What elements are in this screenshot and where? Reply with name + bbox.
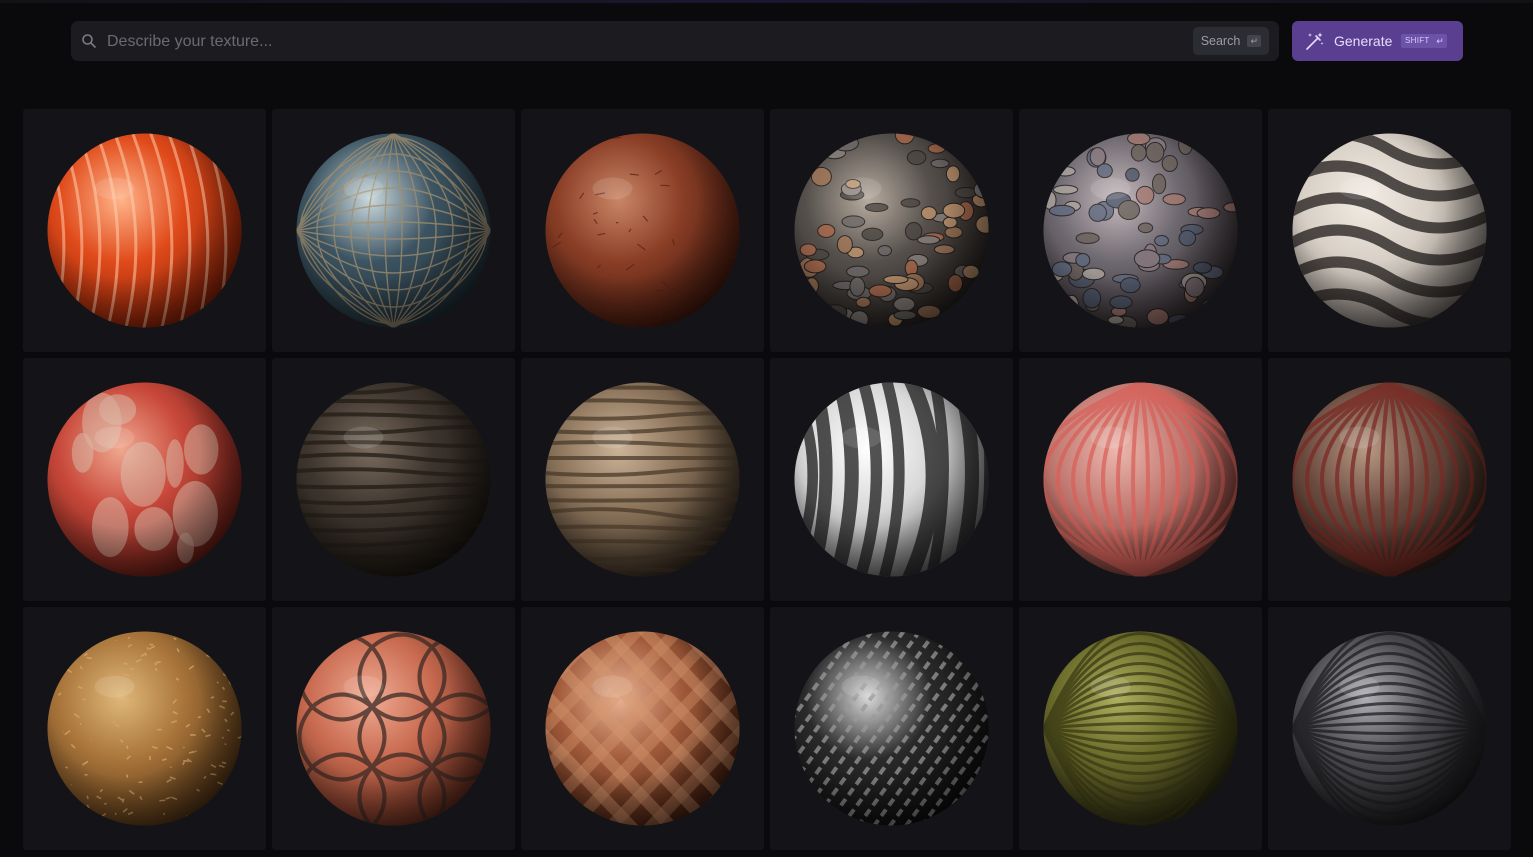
green-ribbed-sphere (1019, 607, 1262, 850)
generate-button[interactable]: Generate SHIFT ↵ (1292, 21, 1463, 61)
texture-card[interactable] (1268, 607, 1511, 850)
pebble-mix-sphere (770, 109, 1013, 352)
search-bar[interactable]: Search ↵ (71, 21, 1279, 63)
texture-card[interactable] (23, 109, 266, 352)
black-white-mosaic-sphere (1268, 109, 1511, 352)
texture-card[interactable] (272, 607, 515, 850)
texture-card[interactable] (1268, 109, 1511, 352)
glass-tile-sphere (272, 109, 515, 352)
texture-card[interactable] (272, 358, 515, 601)
generate-button-label: Generate (1334, 33, 1393, 49)
search-button[interactable]: Search ↵ (1193, 27, 1269, 55)
texture-card[interactable] (1268, 358, 1511, 601)
search-input[interactable] (105, 21, 1189, 63)
woven-wood-sphere (521, 607, 764, 850)
orange-stripe-sphere (23, 109, 266, 352)
cliff-rock-sphere (521, 358, 764, 601)
dark-scaly-sphere (1268, 607, 1511, 850)
enter-key-icon: ↵ (1433, 34, 1447, 48)
texture-grid (23, 109, 1511, 850)
white-black-zebra-sphere (770, 358, 1013, 601)
brown-leather-sphere (521, 109, 764, 352)
texture-card[interactable] (521, 109, 764, 352)
red-tree-bark-sphere (1268, 358, 1511, 601)
search-icon (81, 33, 97, 49)
texture-card[interactable] (1019, 607, 1262, 850)
texture-card[interactable] (272, 109, 515, 352)
texture-card[interactable] (1019, 358, 1262, 601)
search-button-label: Search (1200, 34, 1241, 48)
top-accent-line (0, 0, 1533, 3)
enter-key-icon: ↵ (1247, 35, 1262, 47)
texture-card[interactable] (1019, 109, 1262, 352)
texture-card[interactable] (521, 358, 764, 601)
dark-rock-sphere (272, 358, 515, 601)
texture-card[interactable] (23, 358, 266, 601)
peeling-red-paint-sphere (23, 358, 266, 601)
texture-card[interactable] (770, 109, 1013, 352)
shift-key-badge: SHIFT (1401, 34, 1434, 48)
red-fabric-sphere (1019, 358, 1262, 601)
texture-card[interactable] (23, 607, 266, 850)
magic-wand-icon (1304, 31, 1325, 52)
river-stones-sphere (1019, 109, 1262, 352)
straw-sphere (23, 607, 266, 850)
terracotta-tile-sphere (272, 607, 515, 850)
carbon-fiber-sphere (770, 607, 1013, 850)
texture-card[interactable] (770, 607, 1013, 850)
texture-card[interactable] (521, 607, 764, 850)
texture-card[interactable] (770, 358, 1013, 601)
